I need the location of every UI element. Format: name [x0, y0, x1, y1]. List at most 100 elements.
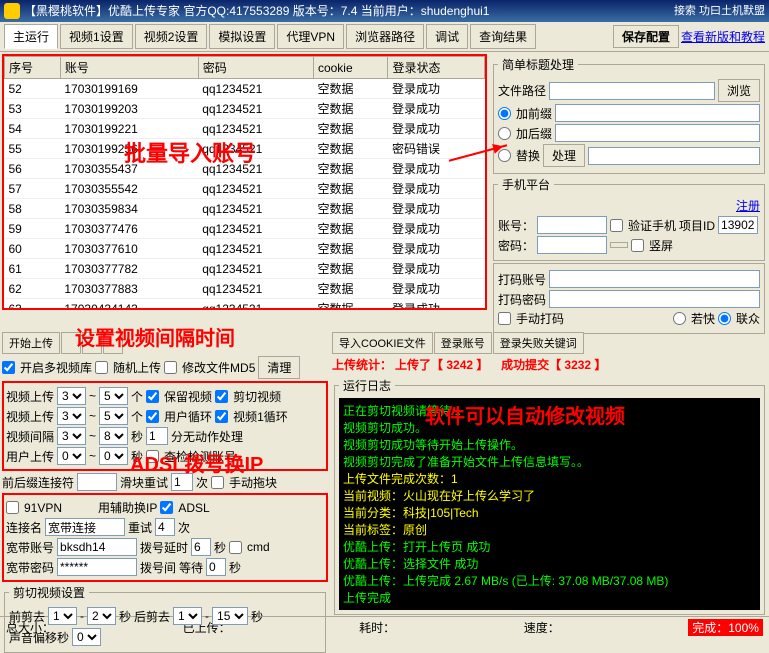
subtab-2[interactable]: [61, 332, 81, 354]
subtab-start[interactable]: 开始上传: [2, 332, 60, 354]
log-console[interactable]: 正在剪切视频请等待...视频剪切成功。视频剪切成功等待开始上传操作。视频剪切完成…: [339, 398, 760, 610]
detect-check[interactable]: [146, 450, 159, 463]
table-row[interactable]: 5617030355437qq1234521空数据登录成功: [5, 159, 485, 179]
browse-button[interactable]: 浏览: [718, 79, 760, 102]
tab-sim[interactable]: 模拟设置: [209, 24, 275, 49]
table-row[interactable]: 6117030377782qq1234521空数据登录成功: [5, 259, 485, 279]
multi-video-check[interactable]: [2, 361, 15, 374]
user-upload-to[interactable]: 0: [99, 447, 128, 465]
table-row[interactable]: 5917030377476qq1234521空数据登录成功: [5, 219, 485, 239]
front-cut-to[interactable]: 2: [87, 607, 116, 625]
cut-setting-group: 剪切视频设置 前剪去1-2秒后剪去1-15秒声音偏移秒0: [4, 584, 326, 653]
dial-delay-input[interactable]: [191, 538, 211, 556]
wait-input[interactable]: [206, 558, 226, 576]
video1-loop-check[interactable]: [215, 410, 228, 423]
adsl-check[interactable]: [160, 501, 173, 514]
subtab-4[interactable]: [103, 332, 123, 354]
tab-video1[interactable]: 视频1设置: [60, 24, 133, 49]
log-line: 当前分类：科技|105|Tech: [343, 504, 756, 521]
connector-input[interactable]: [77, 473, 117, 491]
vertical-check[interactable]: [631, 239, 644, 252]
prefix-input[interactable]: [555, 104, 760, 122]
log-line: 当前标签：原创: [343, 521, 756, 538]
interval-to[interactable]: 8: [99, 427, 128, 445]
table-row[interactable]: 5717030355542qq1234521空数据登录成功: [5, 179, 485, 199]
suffix-radio[interactable]: [498, 127, 511, 140]
table-row[interactable]: 6317030434143qq1234521空数据登录成功: [5, 299, 485, 311]
save-config-button[interactable]: 保存配置: [613, 25, 679, 48]
window-titlebar: 【黑樱桃软件】优酷上传专家 官方QQ:417553289 版本号：7.4 当前用…: [0, 0, 769, 22]
back-cut-to[interactable]: 15: [212, 607, 248, 625]
ruokuai-radio[interactable]: [673, 312, 686, 325]
tab-browser[interactable]: 浏览器路径: [346, 24, 424, 49]
cmd-check[interactable]: [229, 541, 242, 554]
process-button[interactable]: 处理: [543, 144, 585, 167]
tab-query[interactable]: 查询结果: [470, 24, 536, 49]
91vpn-check[interactable]: [6, 501, 19, 514]
table-row[interactable]: 5417030199221qq1234521空数据登录成功: [5, 119, 485, 139]
bb-account-input[interactable]: [57, 538, 137, 556]
manual-drag-check[interactable]: [211, 476, 224, 489]
tab-video2[interactable]: 视频2设置: [135, 24, 208, 49]
connection-input[interactable]: [45, 518, 125, 536]
md5-check[interactable]: [164, 361, 177, 374]
verify-phone-check[interactable]: [610, 219, 623, 232]
log-group: 运行日志 软件可以自动修改视频 正在剪切视频请等待...视频剪切成功。视频剪切成…: [334, 377, 765, 615]
table-row[interactable]: 5517030199256qq1234521空数据密码错误: [5, 139, 485, 159]
col-header[interactable]: 密码: [198, 57, 313, 79]
table-row[interactable]: 6217030377883qq1234521空数据登录成功: [5, 279, 485, 299]
col-header[interactable]: 登录状态: [388, 57, 485, 79]
status-speed: 速度：: [524, 619, 560, 636]
replace-input[interactable]: [588, 147, 760, 165]
table-row[interactable]: 5217030199169qq1234521空数据登录成功: [5, 79, 485, 99]
cut-video-check[interactable]: [215, 390, 228, 403]
log-line: 上传文件完成次数：1: [343, 470, 756, 487]
dial-password-input[interactable]: [549, 290, 760, 308]
log-line: 优酷上传：打开上传页 成功: [343, 538, 756, 555]
file-path-input[interactable]: [549, 82, 715, 100]
video-upload2-to[interactable]: 5: [99, 407, 128, 425]
subtab-cookie[interactable]: 导入COOKIE文件: [332, 332, 433, 354]
view-new-link[interactable]: 查看新版和教程: [681, 28, 765, 45]
main-toolbar: 主运行 视频1设置 视频2设置 模拟设置 代理VPN 浏览器路径 调试 查询结果…: [0, 22, 769, 52]
log-line: 优酷上传：上传完成 2.67 MB/s (已上传: 37.08 MB/37.08…: [343, 572, 756, 589]
mobile-password-input[interactable]: [537, 236, 607, 254]
manual-dial-check[interactable]: [498, 312, 511, 325]
slider-retry-input[interactable]: [171, 473, 193, 491]
keep-video-check[interactable]: [146, 390, 159, 403]
prefix-radio[interactable]: [498, 107, 511, 120]
video-upload-to[interactable]: 5: [99, 387, 128, 405]
subtab-3[interactable]: [82, 332, 102, 354]
mobile-account-input[interactable]: [537, 216, 607, 234]
dial-account-input[interactable]: [549, 270, 760, 288]
subtab-login[interactable]: 登录账号: [434, 332, 492, 354]
pwd-extra-button[interactable]: [610, 242, 628, 248]
user-loop-check[interactable]: [146, 410, 159, 423]
audio-offset[interactable]: 0: [72, 628, 101, 646]
col-header[interactable]: cookie: [313, 57, 388, 79]
tab-debug[interactable]: 调试: [426, 24, 468, 49]
bb-pwd-input[interactable]: [57, 558, 137, 576]
interval-from[interactable]: 3: [57, 427, 86, 445]
tab-vpn[interactable]: 代理VPN: [277, 24, 344, 49]
video-upload2-from[interactable]: 3: [57, 407, 86, 425]
col-header[interactable]: 账号: [60, 57, 198, 79]
subtab-failkw[interactable]: 登录失败关键词: [493, 332, 584, 354]
user-upload-from[interactable]: 0: [57, 447, 86, 465]
register-link[interactable]: 注册: [736, 199, 760, 213]
random-upload-check[interactable]: [95, 361, 108, 374]
lianzhong-radio[interactable]: [718, 312, 731, 325]
front-cut-from[interactable]: 1: [48, 607, 77, 625]
noop-input[interactable]: [146, 427, 168, 445]
tab-main-run[interactable]: 主运行: [4, 24, 58, 49]
project-id-input[interactable]: [718, 216, 758, 234]
table-row[interactable]: 5817030359834qq1234521空数据登录成功: [5, 199, 485, 219]
clear-button[interactable]: 清理: [258, 356, 300, 379]
back-cut-from[interactable]: 1: [173, 607, 202, 625]
video-upload-from[interactable]: 3: [57, 387, 86, 405]
col-header[interactable]: 序号: [5, 57, 61, 79]
suffix-input[interactable]: [555, 124, 760, 142]
table-row[interactable]: 6017030377610qq1234521空数据登录成功: [5, 239, 485, 259]
retry-input[interactable]: [155, 518, 175, 536]
table-row[interactable]: 5317030199203qq1234521空数据登录成功: [5, 99, 485, 119]
